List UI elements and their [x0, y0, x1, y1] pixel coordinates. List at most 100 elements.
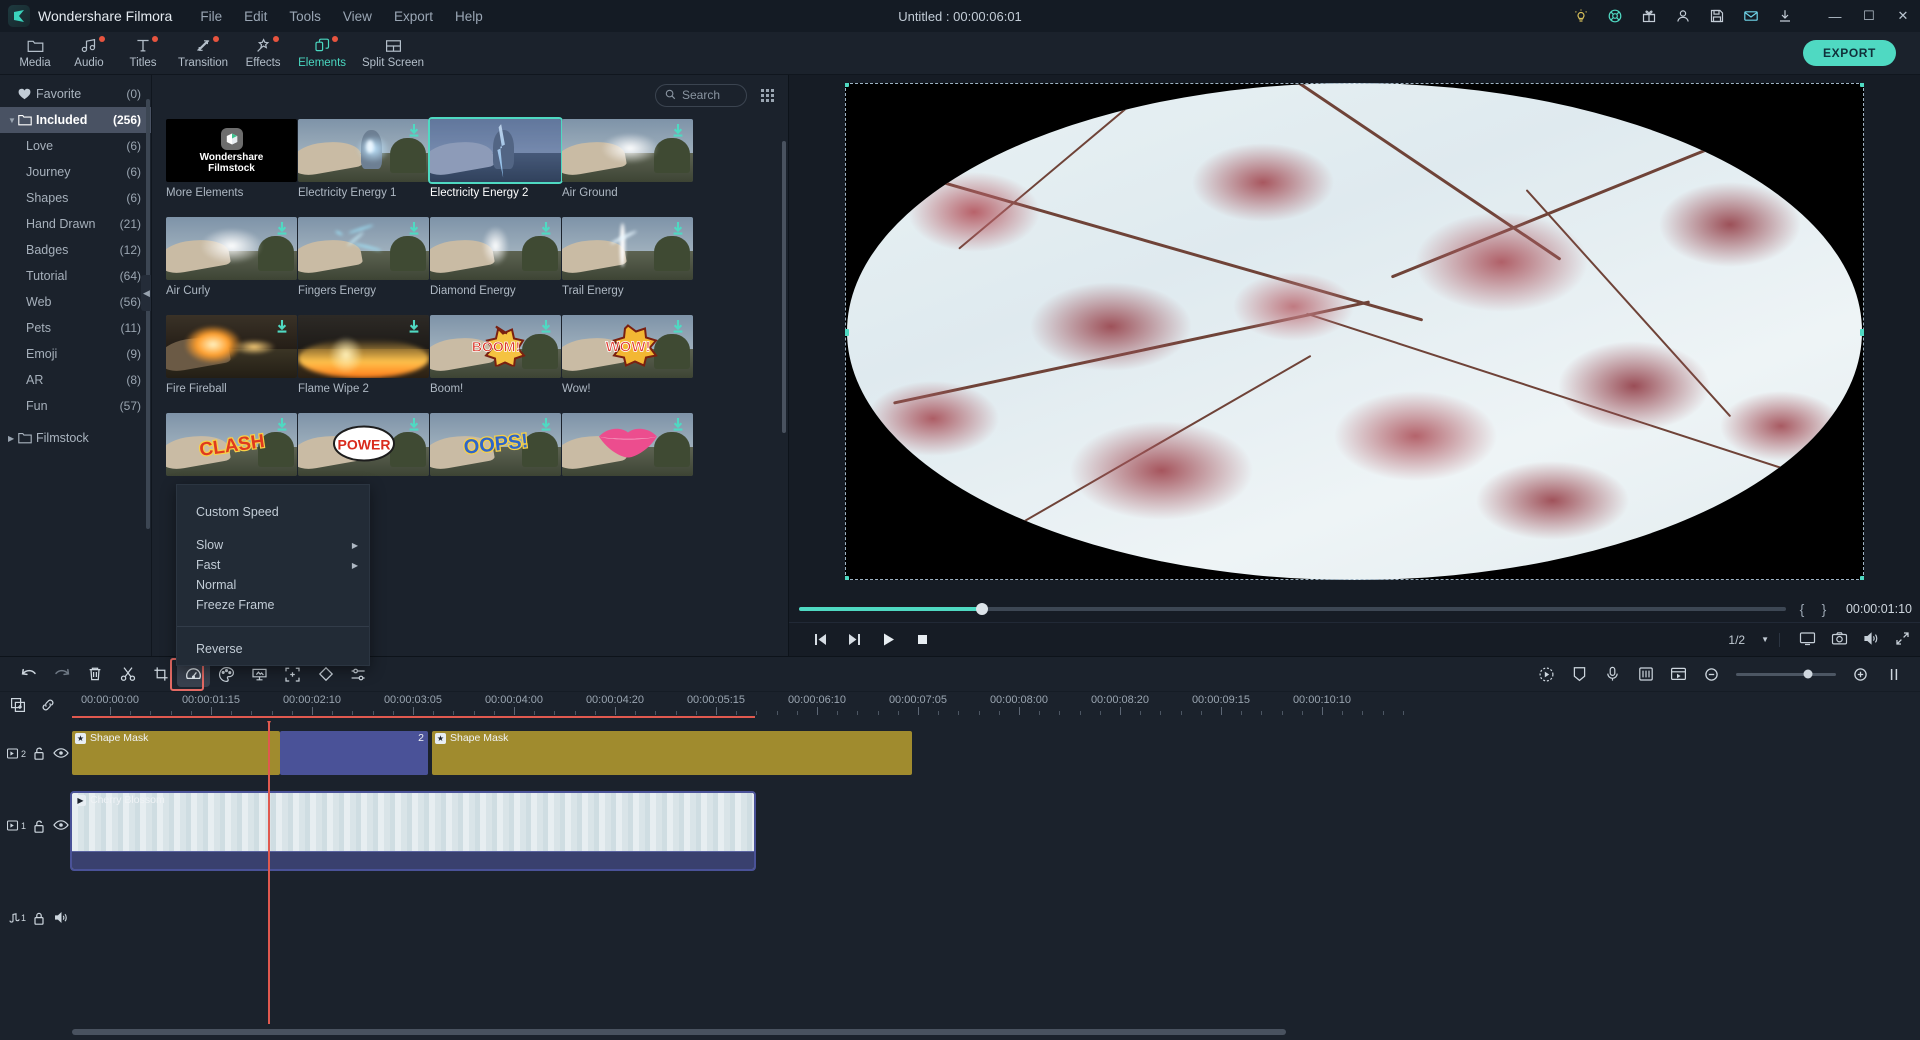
tab-audio[interactable]: Audio — [62, 32, 116, 75]
seek-bar[interactable] — [799, 603, 1786, 615]
link-icon[interactable] — [40, 697, 56, 716]
export-button[interactable]: EXPORT — [1803, 40, 1896, 66]
sidebar-item-web[interactable]: Web (56) — [0, 289, 151, 315]
download-icon[interactable] — [671, 417, 685, 432]
tab-media[interactable]: Media — [8, 32, 62, 75]
menu-edit[interactable]: Edit — [244, 9, 267, 24]
eye-icon[interactable] — [50, 747, 72, 759]
download-icon[interactable] — [671, 319, 685, 334]
chevron-down-icon[interactable]: ▼ — [1761, 635, 1769, 644]
menu-item-normal[interactable]: Normal — [177, 575, 369, 595]
download-icon[interactable] — [275, 319, 289, 334]
grid-cell-fire-fireball[interactable]: Fire Fireball — [166, 315, 297, 395]
gift-icon[interactable] — [1640, 7, 1658, 25]
download-icon[interactable] — [275, 417, 289, 432]
fit-timeline-icon[interactable] — [1877, 661, 1910, 687]
menu-export[interactable]: Export — [394, 9, 433, 24]
download-icon[interactable] — [539, 319, 553, 334]
sidebar-item-badges[interactable]: Badges (12) — [0, 237, 151, 263]
clip-shape-mask-1[interactable]: ★ Shape Mask — [72, 731, 280, 775]
download-icon[interactable] — [407, 319, 421, 334]
thumbnail[interactable] — [430, 217, 561, 280]
grid-cell-filmstock[interactable]: Wondershare Filmstock More Elements — [166, 119, 297, 199]
sidebar-item-fun[interactable]: Fun (57) — [0, 393, 151, 419]
menu-tools[interactable]: Tools — [289, 9, 321, 24]
sidebar-collapse-handle[interactable]: ◀ — [141, 275, 151, 311]
track-lane-video-1[interactable]: ▶ Cherry Blossom — [70, 791, 1920, 873]
zoom-in-icon[interactable] — [1844, 661, 1877, 687]
resize-handle-bl[interactable] — [845, 576, 849, 580]
track-lane-video-2[interactable]: ★ Shape Mask 2 ★ Shape Mask — [72, 721, 1920, 785]
track-lane-audio-1[interactable] — [72, 889, 1920, 949]
next-frame-icon[interactable] — [837, 633, 871, 646]
sidebar-item-shapes[interactable]: Shapes (6) — [0, 185, 151, 211]
tab-elements[interactable]: Elements — [290, 32, 354, 75]
video-canvas[interactable] — [845, 83, 1864, 580]
mark-out-button[interactable]: } — [1818, 601, 1830, 617]
chevron-down-icon[interactable]: ▼ — [8, 116, 18, 125]
grid-cell-clash[interactable]: CLASH — [166, 413, 297, 476]
sidebar-item-hand-drawn[interactable]: Hand Drawn (21) — [0, 211, 151, 237]
download-icon[interactable] — [539, 417, 553, 432]
resize-handle-r[interactable] — [1860, 328, 1864, 336]
grid-cell-trail-energy[interactable]: Trail Energy — [562, 217, 693, 297]
sidebar-scrollbar[interactable] — [146, 99, 150, 529]
grid-cell-electricity-energy-2[interactable]: Electricity Energy 2 — [428, 117, 563, 199]
sidebar-item-tutorial[interactable]: Tutorial (64) — [0, 263, 151, 289]
thumbnail[interactable]: BOOM! — [430, 315, 561, 378]
prev-frame-icon[interactable] — [803, 633, 837, 646]
tab-split-screen[interactable]: Split Screen — [354, 32, 432, 75]
search-input[interactable]: Search — [655, 83, 747, 107]
thumbnail[interactable]: OOPS! — [430, 413, 561, 476]
sidebar-item-emoji[interactable]: Emoji (9) — [0, 341, 151, 367]
sidebar-item-favorite[interactable]: Favorite (0) — [0, 81, 151, 107]
resize-handle-tl[interactable] — [845, 83, 849, 87]
lock-icon[interactable] — [28, 911, 50, 926]
marker-icon[interactable] — [1563, 661, 1596, 687]
sidebar-item-journey[interactable]: Journey (6) — [0, 159, 151, 185]
add-track-icon[interactable] — [10, 697, 26, 716]
close-button[interactable]: ✕ — [1896, 8, 1910, 24]
download-icon[interactable] — [407, 417, 421, 432]
volume-icon[interactable] — [1863, 631, 1880, 649]
browser-scrollbar[interactable] — [782, 141, 786, 433]
sidebar-item-included[interactable]: ▼ Included (256) — [0, 107, 151, 133]
grid-cell-electricity-energy-1[interactable]: Electricity Energy 1 — [298, 119, 429, 199]
grid-cell-flame-wipe-2[interactable]: Flame Wipe 2 — [298, 315, 429, 395]
grid-view-toggle[interactable] — [761, 88, 774, 102]
thumbnail[interactable] — [298, 119, 429, 182]
aspect-ratio-select[interactable]: 1/2 ▼ — [1728, 632, 1780, 647]
grid-cell-wow[interactable]: WOW! Wow! — [562, 315, 693, 395]
download-icon[interactable] — [407, 221, 421, 236]
maximize-button[interactable]: ☐ — [1862, 8, 1876, 24]
menu-item-slow[interactable]: Slow ▶ — [177, 535, 369, 555]
account-icon[interactable] — [1674, 7, 1692, 25]
thumbnail[interactable] — [562, 413, 693, 476]
timeline-zoom-slider[interactable] — [1736, 669, 1836, 679]
mark-in-button[interactable]: { — [1796, 601, 1808, 617]
lifebuoy-icon[interactable] — [1606, 7, 1624, 25]
tab-transition[interactable]: Transition — [170, 32, 236, 75]
thumbnail[interactable] — [166, 315, 297, 378]
thumbnail[interactable] — [166, 217, 297, 280]
thumbnail[interactable] — [562, 119, 693, 182]
chevron-right-icon[interactable]: ▶ — [8, 434, 18, 443]
tab-effects[interactable]: Effects — [236, 32, 290, 75]
download-icon[interactable] — [539, 221, 553, 236]
record-voiceover-icon[interactable] — [1530, 661, 1563, 687]
grid-cell-oops[interactable]: OOPS! — [430, 413, 561, 476]
sidebar-item-love[interactable]: Love (6) — [0, 133, 151, 159]
timeline-zoom-handle[interactable] — [1803, 669, 1813, 679]
save-icon[interactable] — [1708, 7, 1726, 25]
playhead[interactable] — [264, 721, 274, 1024]
grid-cell-boom[interactable]: BOOM! Boom! — [430, 315, 561, 395]
download-icon[interactable] — [671, 123, 685, 138]
menu-item-custom-speed[interactable]: Custom Speed — [177, 502, 369, 522]
snapshot-camera-icon[interactable] — [1831, 631, 1848, 649]
grid-cell-power[interactable]: POWER — [298, 413, 429, 476]
menu-item-fast[interactable]: Fast ▶ — [177, 555, 369, 575]
audio-mixer-icon[interactable] — [1629, 661, 1662, 687]
eye-icon[interactable] — [50, 819, 72, 831]
grid-cell-fingers-energy[interactable]: Fingers Energy — [298, 217, 429, 297]
grid-cell-lips[interactable] — [562, 413, 693, 476]
